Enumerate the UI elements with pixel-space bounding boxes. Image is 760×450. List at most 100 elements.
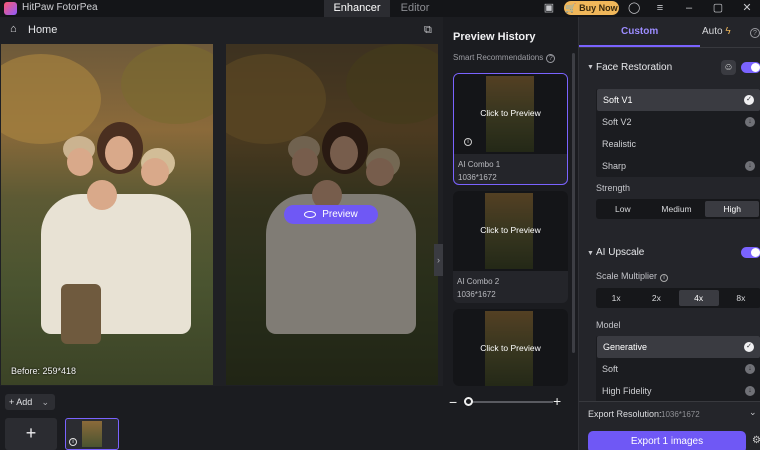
scale-8x[interactable]: 8x: [721, 288, 760, 308]
history-card[interactable]: Click to Preview i AI Combo 1 1036*1672: [453, 73, 568, 185]
eye-icon: [304, 211, 317, 218]
scale-4x[interactable]: 4x: [678, 290, 719, 306]
model-option-high-fidelity[interactable]: High Fidelity ↓: [596, 380, 760, 402]
smart-recommendations-text: Smart Recommendations: [453, 53, 544, 62]
face-model-list: Soft V1 ✓ Soft V2 ↓ Realistic Sharp ↓: [596, 89, 760, 177]
option-label: Soft: [602, 364, 619, 374]
home-icon[interactable]: ⌂: [10, 24, 21, 35]
tab-custom[interactable]: Custom: [621, 26, 658, 37]
app-title: HitPaw FotorPea: [22, 2, 98, 13]
check-icon: ✓: [744, 342, 754, 352]
card-size: 1036*1672: [458, 173, 497, 182]
export-resolution-value: 1036*1672: [661, 410, 700, 419]
history-card[interactable]: Click to Preview: [453, 309, 568, 386]
face-restoration-title: Face Restoration: [596, 62, 673, 73]
scale-2x[interactable]: 2x: [636, 288, 676, 308]
collapse-caret-icon[interactable]: ▼: [587, 64, 594, 71]
gear-icon[interactable]: ⚙: [752, 435, 760, 446]
before-resolution-label: Before: 259*418: [11, 366, 77, 376]
home-bar: ⌂ Home ⧉: [0, 17, 443, 44]
strength-medium[interactable]: Medium: [650, 199, 704, 219]
scale-1x[interactable]: 1x: [596, 288, 636, 308]
help-icon[interactable]: ?: [750, 28, 760, 38]
zoom-out-button[interactable]: −: [449, 394, 457, 410]
zoom-slider-track[interactable]: [465, 401, 553, 403]
settings-panel: Custom Auto ϟ ? ▼ Face Restoration ☺ Sof…: [578, 17, 760, 450]
option-label: Soft V2: [602, 117, 632, 127]
tab-auto-label: Auto: [702, 26, 723, 37]
card-name: AI Combo 1: [458, 160, 501, 169]
strength-selector: Low Medium High: [596, 199, 760, 219]
add-button[interactable]: + Add ⌄: [5, 394, 55, 410]
scale-label-text: Scale Multiplier: [596, 271, 658, 281]
user-icon[interactable]: ◯: [628, 2, 640, 14]
info-icon[interactable]: i: [464, 138, 472, 146]
chevron-down-icon[interactable]: ⌄: [41, 394, 49, 410]
face-restoration-toggle[interactable]: [741, 62, 760, 73]
export-button[interactable]: Export 1 images: [588, 431, 746, 450]
download-icon[interactable]: ↓: [745, 364, 755, 374]
window-icon[interactable]: ▣: [543, 2, 555, 14]
strength-high[interactable]: High: [705, 201, 760, 217]
option-label: Sharp: [602, 161, 627, 171]
scale-selector: 1x 2x 4x 8x: [596, 288, 760, 308]
chevron-double-down-icon[interactable]: ⌄: [749, 407, 757, 418]
option-label: Soft V1: [603, 95, 633, 105]
before-photo: Before: 259*418: [1, 44, 213, 385]
image-thumbnail[interactable]: i: [65, 418, 119, 450]
tab-divider: [579, 47, 760, 48]
check-icon: ✓: [744, 95, 754, 105]
add-image-tile[interactable]: +: [5, 418, 57, 450]
zoom-slider-handle[interactable]: [464, 397, 473, 406]
model-label: Model: [596, 320, 621, 330]
tab-editor[interactable]: Editor: [390, 0, 440, 17]
info-icon[interactable]: i: [69, 438, 77, 446]
face-option-soft-v2[interactable]: Soft V2 ↓: [596, 111, 760, 133]
minimize-icon[interactable]: –: [683, 2, 695, 14]
menu-icon[interactable]: ≡: [654, 2, 666, 14]
maximize-icon[interactable]: ▢: [712, 2, 724, 14]
close-icon[interactable]: ✕: [741, 2, 753, 14]
card-cta: Click to Preview: [480, 225, 541, 235]
face-option-realistic[interactable]: Realistic: [596, 133, 760, 155]
title-bar: HitPaw FotorPea Enhancer Editor ▣ 🛒 Buy …: [0, 0, 760, 17]
card-cta: Click to Preview: [480, 343, 541, 353]
tab-auto[interactable]: Auto ϟ: [702, 26, 731, 37]
collapse-caret-icon[interactable]: ▼: [587, 250, 594, 257]
help-icon[interactable]: ?: [546, 54, 556, 63]
model-option-soft[interactable]: Soft ↓: [596, 358, 760, 380]
face-option-soft-v1[interactable]: Soft V1 ✓: [597, 89, 760, 111]
smart-recommendations-label: Smart Recommendations?: [453, 53, 556, 63]
ai-upscale-toggle[interactable]: [741, 247, 760, 258]
card-name: AI Combo 2: [457, 277, 500, 286]
model-option-generative[interactable]: Generative ✓: [597, 336, 760, 358]
image-canvas: Before: 259*418 Preview ›: [0, 44, 443, 386]
thumbnail-image: [82, 421, 102, 447]
app-logo-icon: [4, 2, 17, 15]
zoom-in-button[interactable]: +: [553, 393, 561, 409]
home-link[interactable]: Home: [28, 24, 57, 36]
face-option-sharp[interactable]: Sharp ↓: [596, 155, 760, 177]
preview-history-panel: Preview History Smart Recommendations? C…: [443, 17, 578, 386]
history-scrollbar[interactable]: [572, 53, 575, 353]
preview-button[interactable]: Preview: [284, 205, 378, 224]
strength-low[interactable]: Low: [596, 199, 650, 219]
buy-now-button[interactable]: 🛒 Buy Now: [564, 1, 619, 15]
option-label: High Fidelity: [602, 386, 652, 396]
download-icon[interactable]: ↓: [745, 386, 755, 396]
collapse-history-button[interactable]: ›: [434, 244, 443, 276]
download-icon[interactable]: ↓: [745, 161, 755, 171]
face-icon[interactable]: ☺: [721, 60, 736, 75]
ai-upscale-title: AI Upscale: [596, 247, 645, 258]
history-card[interactable]: Click to Preview AI Combo 2 1036*1672: [453, 191, 568, 303]
strength-label: Strength: [596, 183, 631, 193]
add-label: Add: [16, 397, 33, 407]
buy-now-label: Buy Now: [579, 3, 618, 13]
history-title: Preview History: [453, 31, 536, 43]
crop-icon[interactable]: ⧉: [424, 24, 432, 37]
scale-multiplier-label: Scale Multiplier i: [596, 271, 669, 282]
tab-enhancer[interactable]: Enhancer: [324, 0, 390, 17]
info-icon[interactable]: i: [660, 274, 669, 282]
download-icon[interactable]: ↓: [745, 117, 755, 127]
export-resolution-label: Export Resolution:: [588, 409, 662, 419]
